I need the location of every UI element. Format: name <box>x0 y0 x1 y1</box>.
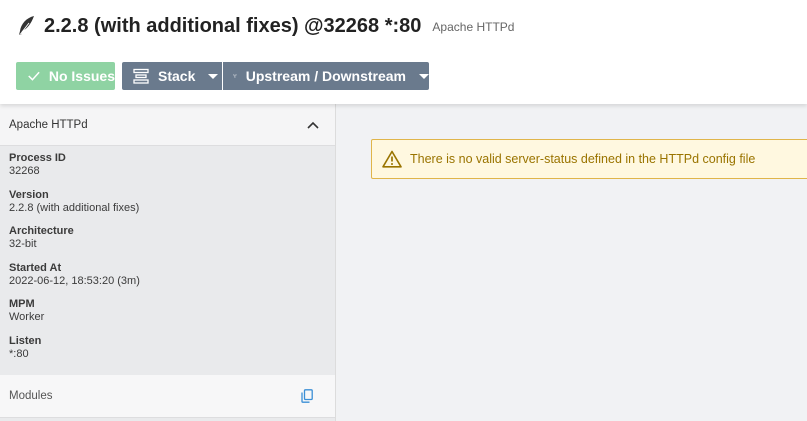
property-architecture: Architecture 32-bit <box>9 225 326 262</box>
property-label: Version <box>9 188 49 201</box>
upstream-downstream-label: Upstream / Downstream <box>245 68 406 84</box>
property-label: MPM <box>9 298 35 310</box>
feather-icon <box>18 16 34 37</box>
modules-row[interactable]: Modules <box>0 375 335 418</box>
warning-icon <box>382 150 402 168</box>
upstream-downstream-button[interactable]: Upstream / Downstream <box>223 62 429 90</box>
chevron-down-icon <box>208 73 219 79</box>
stack-icon <box>133 68 149 84</box>
property-label: Process ID <box>9 152 66 164</box>
alert-message: There is no valid server-status defined … <box>410 152 756 166</box>
properties-list: Process ID 32268 Version 2.2.8 (with add… <box>0 146 335 375</box>
network-icon <box>233 74 237 78</box>
stack-label: Stack <box>158 68 196 84</box>
property-value: Worker <box>9 311 45 323</box>
panel-title: Apache HTTPd <box>9 118 88 131</box>
page-subtitle: Apache HTTPd <box>432 20 515 34</box>
stack-button[interactable]: Stack <box>122 62 222 90</box>
property-label: Listen <box>9 334 42 347</box>
title-row: 2.2.8 (with additional fixes) @32268 *:8… <box>16 12 514 40</box>
sidebar: Apache HTTPd Process ID 32268 Version 2.… <box>0 104 336 421</box>
property-label: Architecture <box>9 225 74 237</box>
copy-icon[interactable] <box>301 389 313 403</box>
check-icon <box>28 71 40 81</box>
property-process-id: Process ID 32268 <box>9 152 326 189</box>
property-mpm: MPM Worker <box>9 298 326 335</box>
property-value: 32-bit <box>9 238 37 250</box>
property-listen: Listen *:80 <box>9 335 326 372</box>
no-issues-label: No Issues <box>48 68 115 84</box>
warning-alert: There is no valid server-status defined … <box>371 139 807 179</box>
modules-label: Modules <box>9 390 53 402</box>
property-value: *:80 <box>9 347 29 360</box>
no-issues-button[interactable]: No Issues <box>16 62 115 90</box>
page-header: 2.2.8 (with additional fixes) @32268 *:8… <box>0 0 807 104</box>
property-value: 2022-06-12, 18:53:20 (3m) <box>9 274 140 287</box>
property-value: 32268 <box>9 165 40 177</box>
panel-header[interactable]: Apache HTTPd <box>0 104 335 146</box>
chevron-up-icon[interactable] <box>307 121 319 129</box>
property-value: 2.2.8 (with additional fixes) <box>9 201 140 214</box>
property-label: Started At <box>9 261 62 274</box>
page-title: 2.2.8 (with additional fixes) @32268 *:8… <box>44 14 422 37</box>
chevron-down-icon <box>419 73 429 79</box>
property-started-at: Started At 2022-06-12, 18:53:20 (3m) <box>9 262 326 299</box>
property-version: Version 2.2.8 (with additional fixes) <box>9 189 326 226</box>
